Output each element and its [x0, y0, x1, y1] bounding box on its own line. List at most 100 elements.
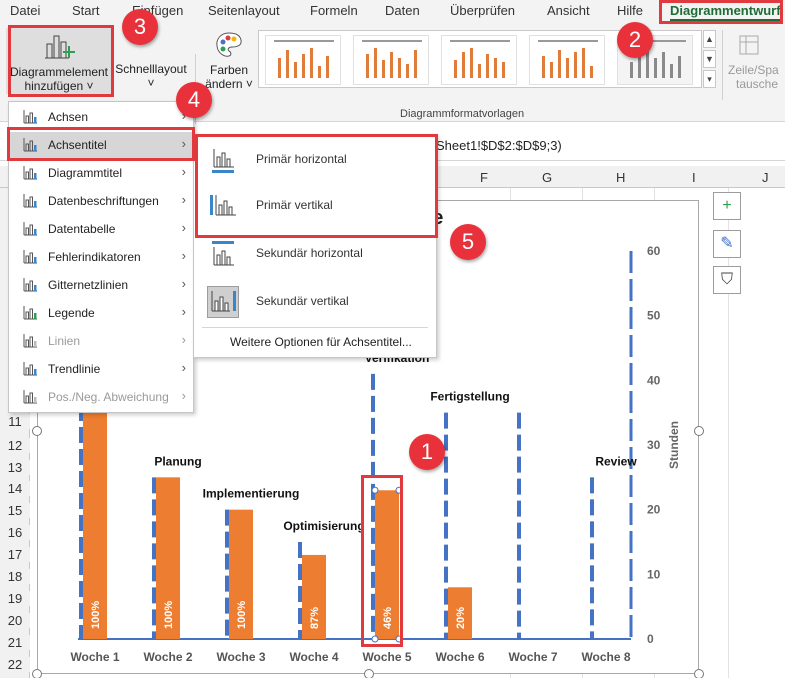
row-header[interactable]: 15 — [0, 503, 30, 518]
tab-ansicht[interactable]: Ansicht — [547, 3, 590, 18]
data-label: 87% — [309, 607, 321, 629]
menu-item-icon — [23, 250, 37, 264]
tab-start[interactable]: Start — [72, 3, 99, 18]
chart-resize-handle[interactable] — [694, 669, 704, 678]
menu-item-label: Legende — [48, 306, 95, 320]
chart-styles-group-label: Diagrammformatvorlagen — [400, 108, 525, 120]
chart-resize-handle[interactable] — [364, 669, 374, 678]
step-badge: 1 — [409, 434, 445, 470]
tab-datei[interactable]: Datei — [10, 3, 40, 18]
row-header[interactable]: 11 — [0, 414, 30, 429]
row-header[interactable]: 19 — [0, 591, 30, 606]
menu-item-icon — [23, 222, 37, 236]
chevron-right-icon: › — [181, 360, 186, 375]
menu-item-icon — [23, 110, 37, 124]
submenu-secondary-horizontal-label: Sekundär horizontal — [256, 246, 363, 260]
quick-layout-chevron-icon: ˅ — [147, 76, 155, 90]
column-header-i[interactable]: I — [692, 170, 696, 185]
column-header-h[interactable]: H — [616, 170, 625, 185]
menu-item-icon — [23, 306, 37, 320]
step-badge: 4 — [176, 82, 212, 118]
menu-item-pos-neg-abweichung[interactable]: Pos./Neg. Abweichung › — [10, 384, 194, 410]
row-header[interactable]: 12 — [0, 438, 30, 453]
tab-formeln[interactable]: Formeln — [310, 3, 358, 18]
chart-elements-plus-icon[interactable]: + — [713, 192, 741, 220]
secondary-horizontal-axis-icon — [212, 241, 234, 266]
row-header[interactable]: 20 — [0, 613, 30, 628]
menu-item-icon — [23, 194, 37, 208]
chevron-right-icon: › — [181, 220, 186, 235]
x-tick-label: Woche 1 — [70, 650, 119, 664]
gallery-more-icon[interactable]: ▾ — [703, 70, 716, 88]
row-header[interactable]: 16 — [0, 525, 30, 540]
menu-item-datenbeschriftungen[interactable]: Datenbeschriftungen › — [10, 188, 194, 214]
secondary-y-tick-label: 20 — [647, 503, 661, 517]
chart-resize-handle[interactable] — [32, 669, 42, 678]
row-header[interactable]: 14 — [0, 481, 30, 496]
chart-resize-handle[interactable] — [694, 426, 704, 436]
menu-item-icon — [23, 390, 37, 404]
row-header[interactable]: 22 — [0, 657, 30, 672]
menu-item-fehlerindikatoren[interactable]: Fehlerindikatoren › — [10, 244, 194, 270]
column-header-j[interactable]: J — [762, 170, 769, 185]
secondary-y-tick-label: 0 — [647, 632, 654, 646]
x-tick-label: Woche 5 — [362, 650, 411, 664]
data-label: 20% — [455, 607, 467, 629]
tab-seitenlayout[interactable]: Seitenlayout — [208, 3, 280, 18]
column-header-g[interactable]: G — [542, 170, 552, 185]
menu-item-linien[interactable]: Linien › — [10, 328, 194, 354]
menu-item-gitternetzlinien[interactable]: Gitternetzlinien › — [10, 272, 194, 298]
chart-style-thumb[interactable] — [265, 35, 341, 85]
submenu-secondary-vertical[interactable]: Sekundär vertikal — [194, 279, 436, 325]
chevron-right-icon: › — [181, 304, 186, 319]
palette-icon — [216, 32, 242, 57]
tab-hilfe[interactable]: Hilfe — [617, 3, 643, 18]
secondary-y-tick-label: 40 — [647, 373, 661, 387]
phase-label: Review — [595, 454, 637, 468]
quick-layout-label: Schnelllayout — [115, 62, 187, 76]
formula-bar-text[interactable]: Sheet1!$D$2:$D$9;3) — [436, 138, 562, 153]
menu-item-label: Fehlerindikatoren — [48, 250, 141, 264]
column-header-f[interactable]: F — [480, 170, 488, 185]
x-tick-label: Woche 3 — [216, 650, 265, 664]
switch-row-column-button[interactable]: Zeile/Spa tausche — [728, 30, 785, 91]
annotation-box-button — [8, 25, 114, 97]
chevron-right-icon: › — [181, 248, 186, 263]
menu-item-icon — [23, 362, 37, 376]
chart-style-thumb[interactable] — [441, 35, 517, 85]
ribbon-separator — [722, 30, 723, 100]
change-colors-button[interactable]: Farben ändern ˅ — [200, 30, 258, 91]
menu-item-label: Datentabelle — [48, 222, 116, 236]
chevron-right-icon: › — [181, 332, 186, 347]
tab-ueberpruefen[interactable]: Überprüfen — [450, 3, 515, 18]
row-header[interactable]: 13 — [0, 460, 30, 475]
step-badge: 5 — [450, 224, 486, 260]
phase-label: Implementierung — [203, 487, 300, 501]
chart-resize-handle[interactable] — [32, 426, 42, 436]
annotation-box-menu-item — [7, 127, 195, 161]
switch-row-column-label: Zeile/Spa — [728, 63, 779, 77]
gallery-scroll-down-icon[interactable]: ▼ — [703, 50, 716, 68]
row-header[interactable]: 21 — [0, 635, 30, 650]
menu-item-legende[interactable]: Legende › — [10, 300, 194, 326]
chart-filter-icon[interactable]: ⛉ — [713, 266, 741, 294]
tab-daten[interactable]: Daten — [385, 3, 420, 18]
chart-style-thumb[interactable] — [353, 35, 429, 85]
menu-item-diagrammtitel[interactable]: Diagrammtitel › — [10, 160, 194, 186]
switch-row-column-label-2: tausche — [736, 77, 779, 91]
secondary-y-tick-label: 50 — [647, 309, 661, 323]
axis-title-more-options[interactable]: Weitere Optionen für Achsentitel... — [230, 335, 412, 349]
gallery-scroll-up-icon[interactable]: ▲ — [703, 30, 716, 48]
row-header[interactable]: 18 — [0, 569, 30, 584]
phase-label: Fertigstellung — [430, 390, 509, 404]
quick-layout-button[interactable]: Schnelllayout ˅ — [112, 62, 190, 90]
chart-styles-brush-icon[interactable]: ✎ — [713, 230, 741, 258]
menu-item-trendlinie[interactable]: Trendlinie › — [10, 356, 194, 382]
grid-line — [728, 188, 729, 678]
row-header[interactable]: 17 — [0, 547, 30, 562]
step-badge: 3 — [122, 9, 158, 45]
annotation-box-tab — [659, 0, 783, 24]
menu-item-datentabelle[interactable]: Datentabelle › — [10, 216, 194, 242]
secondary-y-tick-label: 10 — [647, 567, 661, 581]
chart-style-thumb[interactable] — [529, 35, 605, 85]
